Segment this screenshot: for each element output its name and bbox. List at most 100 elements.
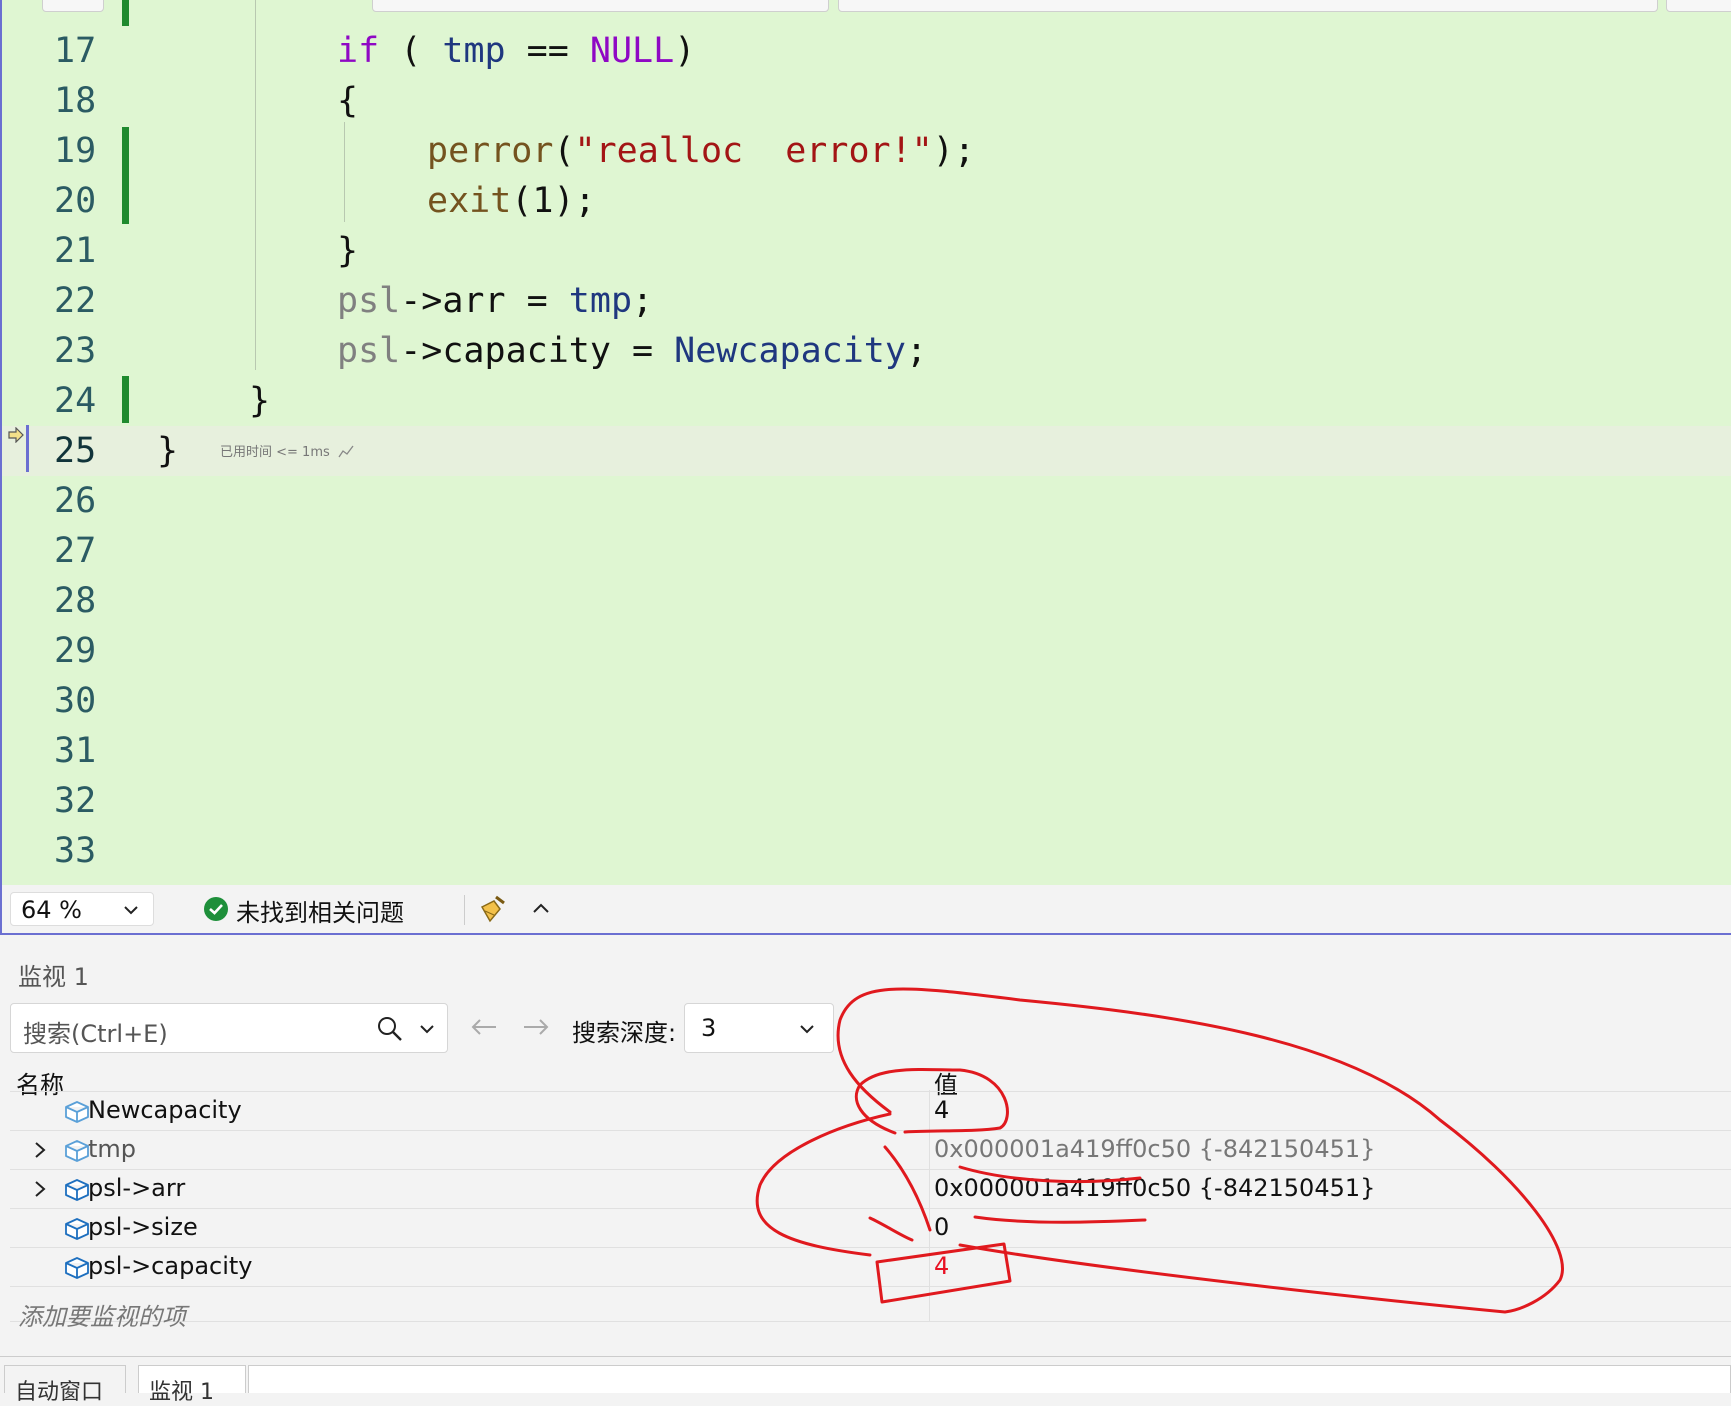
code-line[interactable]: 21} [2,226,1731,276]
code-token: ->arr = [400,281,569,321]
editor-status-bar: 64 % 未找到相关问题 [0,885,1731,935]
watch-row-name: Newcapacity [88,1096,242,1124]
line-number: 32 [54,781,97,821]
watch-window-title: 监视 1 [18,963,89,991]
line-number: 24 [54,381,97,421]
search-depth-value: 3 [701,1014,717,1042]
line-number: 18 [54,81,97,121]
watch-row-name: psl->size [88,1213,198,1241]
code-text: exit(1); [427,176,596,226]
code-token: "realloc error!" [574,131,933,171]
watch-row-value[interactable]: 0x000001a419ff0c50 {-842150451} [934,1174,1375,1202]
code-token: ); [932,131,975,171]
code-text: { [337,76,358,126]
search-depth-dropdown[interactable]: 3 [684,1003,834,1053]
code-line[interactable]: 32 [2,776,1731,826]
code-line[interactable]: 29 [2,626,1731,676]
code-token: == [505,31,590,71]
line-number: 30 [54,681,97,721]
code-token: ; [632,281,654,321]
line-number: 21 [54,231,97,271]
search-icon[interactable] [377,1016,403,1042]
navigation-dropdown-fragment[interactable] [372,0,829,12]
watch-row[interactable]: tmp 0x000001a419ff0c50 {-842150451} [10,1131,1731,1170]
code-line[interactable]: 33 [2,826,1731,876]
issues-status[interactable]: 未找到相关问题 [236,893,404,928]
zoom-value: 64 % [21,896,82,924]
bottom-tab-strip: 自动窗口 监视 1 [0,1356,1731,1405]
code-token: ; [905,331,928,371]
line-number: 20 [54,181,97,221]
watch-row-name: psl->arr [88,1174,186,1202]
editor-top-fragment [42,0,104,12]
variable-cube-icon [64,1217,90,1241]
code-line[interactable]: 17 if ( tmp == NULL) [2,26,1731,76]
chevron-down-icon [800,1025,814,1034]
navigation-dropdown-fragment[interactable] [838,0,1658,12]
code-text: if ( tmp == NULL) [337,26,695,76]
tab-watch-1[interactable]: 监视 1 [138,1365,246,1405]
code-line[interactable]: 28 [2,576,1731,626]
forward-arrow-icon[interactable] [522,1017,550,1037]
code-token: } [157,431,179,471]
code-cleanup-brush-icon[interactable] [476,895,508,925]
expand-chevron-icon[interactable] [32,1180,48,1198]
search-input[interactable]: 搜索(Ctrl+E) [23,1014,168,1049]
watch-row-value[interactable]: 4 [934,1252,949,1280]
watch-row[interactable]: psl->size 0 [10,1209,1731,1248]
watch-row[interactable]: Newcapacity 4 [10,1092,1731,1131]
chevron-down-icon [124,906,138,915]
code-token: ) [674,31,696,71]
perf-tip[interactable]: 已用时间 <= 1ms [220,441,354,460]
code-line[interactable]: 23 psl->capacity = Newcapacity; [2,326,1731,376]
code-token: } [337,231,359,271]
variable-cube-icon [64,1178,90,1202]
watch-row[interactable]: psl->arr 0x000001a419ff0c50 {-842150451} [10,1170,1731,1209]
code-line[interactable]: 18 { [2,76,1731,126]
code-line[interactable]: 24} [2,376,1731,426]
code-token: ->capacity = [400,331,675,371]
line-number: 19 [54,131,97,171]
code-editor[interactable]: 17 if ( tmp == NULL) 18 {19 perror("realloc … [0,0,1731,885]
code-token: tmp [442,31,506,71]
chevron-down-icon[interactable] [419,1021,435,1037]
instruction-pointer-icon [8,427,24,443]
line-number: 29 [54,631,97,671]
code-line[interactable]: 20 exit(1); [2,176,1731,226]
change-marker [122,0,129,26]
code-line[interactable]: 31 [2,726,1731,776]
line-number: 27 [54,531,97,571]
code-line[interactable]: 22 psl->arr = tmp; [2,276,1731,326]
code-token: tmp [568,281,633,321]
variable-cube-icon [64,1100,90,1124]
code-token: if [337,31,380,71]
line-number: 33 [54,831,97,871]
code-text: } [157,426,178,476]
expand-chevron-icon[interactable] [32,1141,48,1159]
watch-row-name: tmp [88,1135,137,1163]
code-line[interactable]: 27 [2,526,1731,576]
tab-autos[interactable]: 自动窗口 [4,1365,126,1405]
code-line[interactable]: 19 perror("realloc error!"); [2,126,1731,176]
navigation-dropdown-fragment[interactable] [1666,0,1731,12]
code-line[interactable]: 30 [2,676,1731,726]
perf-tip-text: 已用时间 <= 1ms [220,445,330,460]
watch-row-value[interactable]: 0 [934,1213,949,1241]
watch-search-box[interactable]: 搜索(Ctrl+E) [10,1003,448,1053]
zoom-dropdown[interactable]: 64 % [10,892,154,926]
code-token: (1); [511,181,596,221]
chevron-up-icon[interactable] [532,901,550,915]
indent-guide [344,122,345,222]
code-text: perror("realloc error!"); [427,126,975,176]
watch-row-value[interactable]: 4 [934,1096,949,1124]
code-token: psl [337,281,401,321]
add-watch-item[interactable]: 添加要监视的项 [18,1297,186,1332]
code-text: psl->arr = tmp; [337,276,653,326]
code-line[interactable]: 26 [2,476,1731,526]
watch-row-value[interactable]: 0x000001a419ff0c50 {-842150451} [934,1135,1375,1163]
tab-strip-panel [248,1365,1731,1393]
back-arrow-icon[interactable] [470,1017,498,1037]
code-text: } [337,226,358,276]
watch-row[interactable]: psl->capacity 4 [10,1248,1731,1287]
variable-cube-icon [64,1139,90,1163]
